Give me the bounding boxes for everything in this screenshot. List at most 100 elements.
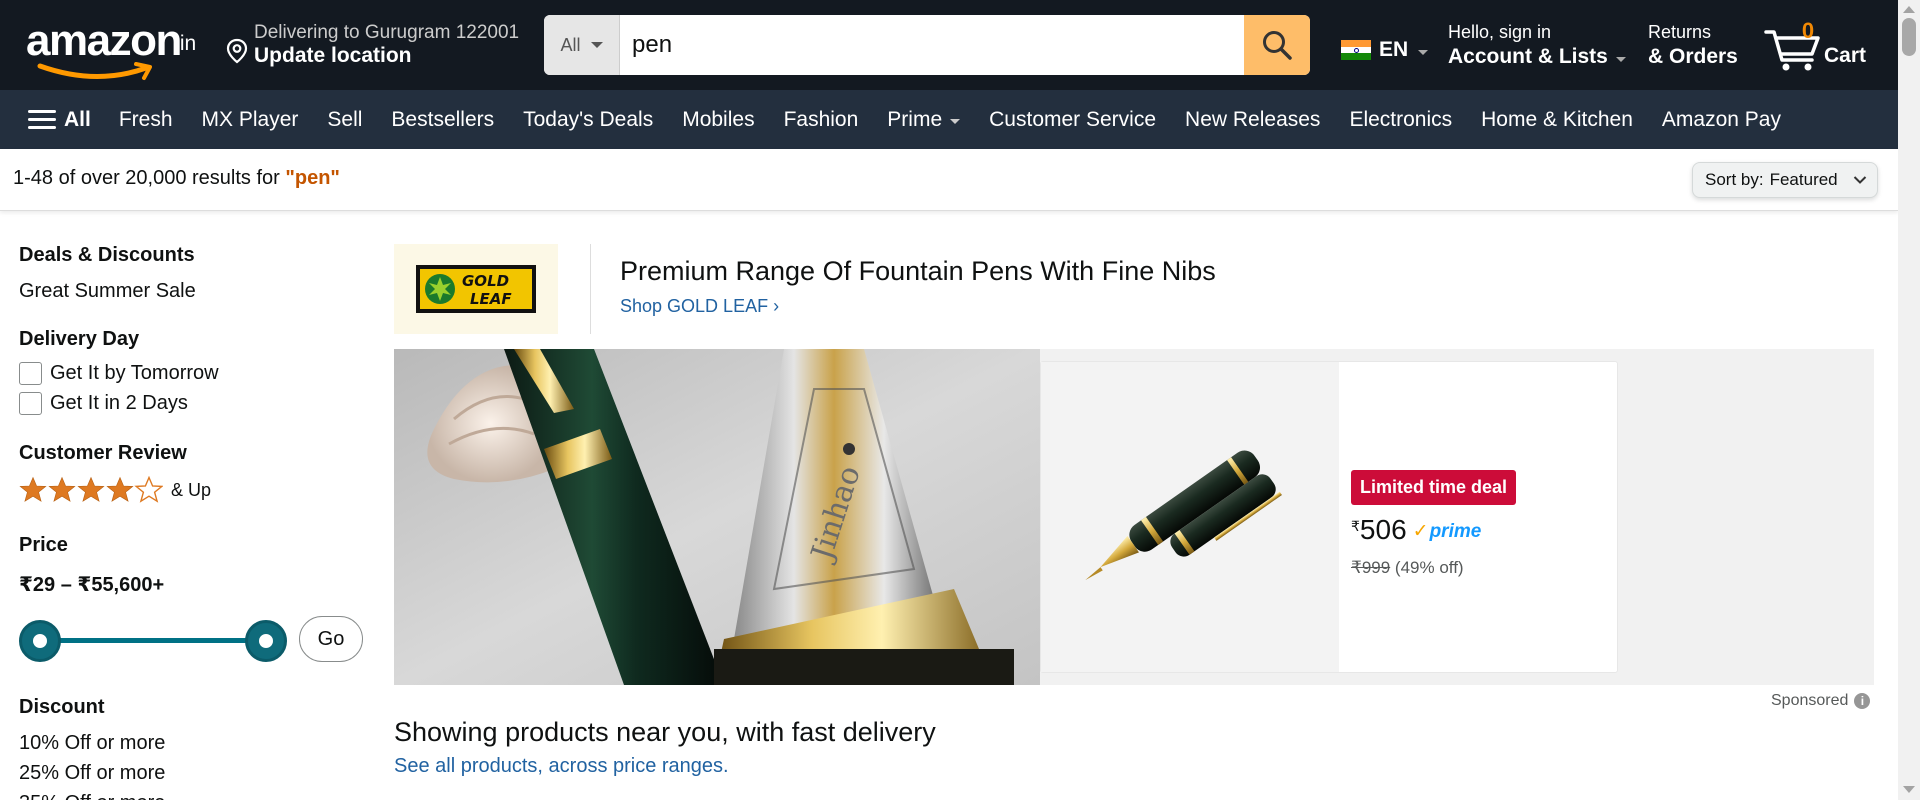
- delivery-option-label: Get It in 2 Days: [50, 392, 188, 414]
- delivery-option-label: Get It by Tomorrow: [50, 362, 219, 384]
- discount-option[interactable]: 35% Off or more: [19, 792, 165, 800]
- sort-dropdown[interactable]: Sort by: Featured: [1692, 162, 1878, 198]
- limited-time-deal-badge: Limited time deal: [1351, 470, 1517, 505]
- cart-label: Cart: [1824, 44, 1867, 67]
- page-scrollbar[interactable]: [1898, 0, 1920, 800]
- price-go-button[interactable]: Go: [299, 616, 363, 662]
- scroll-down-arrow-icon[interactable]: [1903, 786, 1915, 793]
- india-flag-icon: [1341, 40, 1371, 61]
- banner-headline[interactable]: Premium Range Of Fountain Pens With Fine…: [620, 256, 1216, 287]
- update-location-label: Update location: [254, 44, 412, 67]
- deals-link[interactable]: Great Summer Sale: [19, 280, 196, 303]
- see-all-products-link[interactable]: See all products, across price ranges.: [394, 755, 729, 778]
- search-icon: [1263, 31, 1292, 60]
- delivery-option-tomorrow[interactable]: Get It by Tomorrow: [19, 362, 219, 385]
- prime-check-icon: ✓: [1412, 521, 1429, 542]
- deal-product-card[interactable]: Limited time deal ₹ 506 ✓ prime ₹999 (49…: [1040, 361, 1618, 673]
- cart-button[interactable]: 0 Cart: [1764, 18, 1874, 74]
- list-price: ₹999 (49% off): [1351, 558, 1464, 578]
- slider-min-handle[interactable]: [19, 620, 61, 662]
- price-range-label: ₹29 – ₹55,600+: [19, 574, 165, 596]
- nav-item-mobiles[interactable]: Mobiles: [682, 108, 754, 132]
- nav-item-label: Bestsellers: [391, 107, 495, 131]
- scroll-up-arrow-icon[interactable]: [1903, 6, 1915, 13]
- logo-text: amazon: [26, 16, 182, 65]
- slider-max-handle[interactable]: [245, 620, 287, 662]
- amazon-logo[interactable]: amazon .in: [22, 16, 204, 80]
- nav-item-prime[interactable]: Prime: [887, 107, 961, 132]
- discount-option[interactable]: 10% Off or more: [19, 732, 165, 755]
- hamburger-icon: [28, 110, 56, 129]
- language-selector[interactable]: EN: [1341, 37, 1429, 63]
- price-range-slider[interactable]: [19, 616, 299, 664]
- chevron-down-icon: [590, 42, 603, 48]
- results-query: "pen": [285, 167, 340, 189]
- nav-item-bestsellers[interactable]: Bestsellers: [391, 108, 494, 132]
- returns-label: Returns: [1648, 22, 1712, 42]
- nav-item-mx-player[interactable]: MX Player: [202, 108, 299, 132]
- search-bar: All: [544, 15, 1310, 75]
- review-heading: Customer Review: [19, 442, 187, 464]
- cart-count: 0: [1801, 18, 1815, 43]
- deal-product-image[interactable]: [1041, 362, 1339, 672]
- logo-suffix: .in: [174, 32, 197, 55]
- nav-item-amazon-pay[interactable]: Amazon Pay: [1662, 108, 1781, 132]
- chevron-down-icon: [1853, 176, 1867, 184]
- nav-item-label: Today's Deals: [523, 107, 654, 131]
- sponsored-hero: Jinhao Limited time deal ₹ 506 ✓ prime ₹…: [394, 349, 1874, 685]
- sort-value: Featured: [1769, 170, 1838, 189]
- sponsored-label[interactable]: Sponsored i: [1771, 692, 1871, 710]
- search-button[interactable]: [1244, 15, 1310, 75]
- price-amount: 506: [1359, 514, 1407, 545]
- nav-item-label: Sell: [327, 107, 363, 131]
- shop-brand-link[interactable]: Shop GOLD LEAF ›: [620, 296, 779, 317]
- checkbox[interactable]: [19, 362, 42, 385]
- nav-item-label: Fresh: [118, 107, 173, 131]
- results-summary: 1-48 of over 20,000 results for "pen": [13, 167, 340, 190]
- nav-item-label: Amazon Pay: [1661, 107, 1781, 131]
- orders-label: & Orders: [1648, 45, 1738, 68]
- nav-item-customer-service[interactable]: Customer Service: [989, 108, 1156, 132]
- search-input[interactable]: [620, 15, 1244, 75]
- near-you-heading: Showing products near you, with fast del…: [394, 717, 936, 747]
- search-category-select[interactable]: All: [544, 15, 620, 75]
- nav-item-label: MX Player: [201, 107, 299, 131]
- delivery-option-2-days[interactable]: Get It in 2 Days: [19, 392, 188, 415]
- all-menu-button[interactable]: All: [28, 108, 91, 132]
- location-pin-icon: [226, 38, 248, 64]
- checkbox[interactable]: [19, 392, 42, 415]
- returns-orders-link[interactable]: Returns & Orders: [1648, 22, 1738, 69]
- main-navbar: All Fresh MX Player Sell Bestsellers Tod…: [0, 90, 1898, 149]
- sponsored-brand-banner: GOLD LEAF Premium Range Of Fountain Pens…: [394, 244, 1874, 340]
- account-menu[interactable]: Hello, sign in Account & Lists: [1448, 22, 1626, 69]
- nav-item-label: Home & Kitchen: [1481, 107, 1633, 131]
- all-menu-label: All: [64, 107, 91, 131]
- gold-leaf-logo-image: GOLD LEAF: [416, 265, 536, 313]
- rating-suffix: & Up: [171, 479, 212, 500]
- top-navbar: amazon .in Delivering to Gurugram 122001…: [0, 0, 1898, 90]
- chevron-down-icon: [950, 119, 961, 124]
- nav-item-label: Prime: [887, 107, 943, 131]
- sort-label: Sort by:: [1705, 170, 1764, 189]
- nav-item-electronics[interactable]: Electronics: [1349, 108, 1452, 132]
- scroll-thumb[interactable]: [1902, 18, 1916, 56]
- nav-item-fresh[interactable]: Fresh: [119, 108, 173, 132]
- nav-item-home-kitchen[interactable]: Home & Kitchen: [1481, 108, 1633, 132]
- gold-leaf-logo[interactable]: GOLD LEAF: [394, 244, 558, 334]
- nav-item-new-releases[interactable]: New Releases: [1185, 108, 1320, 132]
- rating-filter-4-up[interactable]: & Up: [19, 476, 211, 504]
- nav-item-sell[interactable]: Sell: [327, 108, 362, 132]
- nav-item-label: Customer Service: [989, 107, 1157, 131]
- nav-item-todays-deals[interactable]: Today's Deals: [523, 108, 653, 132]
- svg-text:GOLD: GOLD: [462, 272, 509, 290]
- account-lists-label: Account & Lists: [1448, 45, 1626, 69]
- deal-price: ₹ 506 ✓ prime: [1351, 514, 1481, 546]
- nav-item-label: New Releases: [1185, 107, 1321, 131]
- nav-item-fashion[interactable]: Fashion: [784, 108, 859, 132]
- language-label: EN: [1379, 38, 1409, 61]
- results-count: 1-48 of over 20,000 results for: [13, 167, 286, 189]
- currency-symbol: ₹: [1351, 518, 1360, 534]
- fountain-pen-hero-image[interactable]: Jinhao: [394, 349, 1040, 685]
- discount-option[interactable]: 25% Off or more: [19, 762, 165, 785]
- account-lists-text: Account & Lists: [1448, 45, 1608, 68]
